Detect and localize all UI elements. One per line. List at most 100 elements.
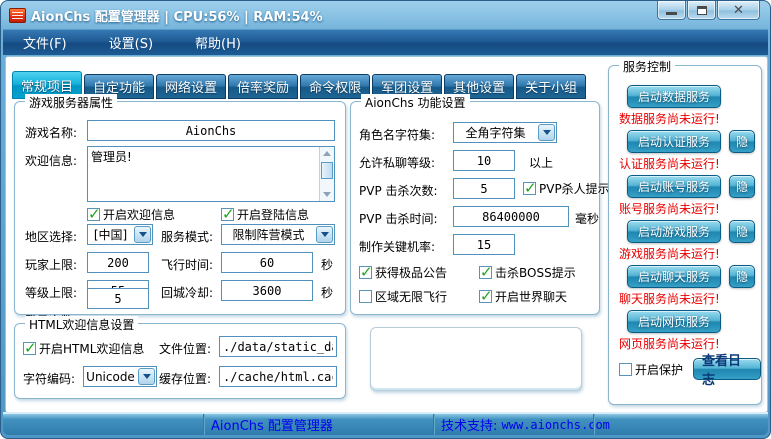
fly-time-unit: 秒 (321, 256, 333, 273)
start-data-service-button[interactable]: 启动数据服务 (627, 85, 721, 108)
hide-game-service-button[interactable]: 隐 (729, 220, 755, 243)
welcome-message-label: 欢迎信息: (25, 152, 77, 169)
fly-checkbox-box[interactable] (359, 290, 372, 303)
checkbox-welcome-message[interactable]: 开启欢迎信息 (87, 206, 175, 223)
group-service-control-title: 服务控制 (619, 58, 675, 75)
login-count-input[interactable] (87, 288, 149, 309)
welcome-message-textarea[interactable]: 管理员! (87, 146, 335, 202)
service-row-account: 启动账号服务 隐 (627, 175, 755, 198)
file-location-input[interactable] (219, 336, 337, 357)
view-log-button[interactable]: 查看日志 (693, 358, 761, 380)
cache-location-label: 缓存位置: (159, 370, 211, 387)
minimize-button[interactable] (657, 1, 686, 20)
game-name-input[interactable] (87, 120, 335, 141)
hide-auth-service-button[interactable]: 隐 (729, 130, 755, 153)
minimize-icon (666, 12, 677, 15)
file-location-label: 文件位置: (159, 340, 211, 357)
checkbox-login-message[interactable]: 开启登陆信息 (221, 206, 309, 223)
html-welcome-checkbox-box[interactable] (23, 342, 36, 355)
status-app-name: AionChs 配置管理器 (205, 414, 433, 435)
hide-chat-service-button[interactable]: 隐 (729, 265, 755, 288)
title-bar[interactable]: AionChs 配置管理器 | CPU:56% | RAM:54% (1, 1, 770, 29)
chevron-down-icon (134, 226, 151, 243)
start-account-service-button[interactable]: 启动账号服务 (627, 175, 721, 198)
menu-bar: 文件(F) 设置(S) 帮助(H) (3, 29, 768, 55)
welcome-message-text: 管理员! (91, 148, 316, 165)
tab-network[interactable]: 网络设置 (156, 74, 226, 99)
boss-checkbox-box[interactable] (479, 266, 492, 279)
chevron-down-icon (538, 124, 555, 141)
menu-settings[interactable]: 设置(S) (103, 31, 159, 54)
level-cap-label: 等级上限: (25, 284, 77, 301)
protect-checkbox-box[interactable] (619, 363, 632, 376)
maximize-icon (697, 6, 707, 15)
start-auth-service-button[interactable]: 启动认证服务 (627, 130, 721, 153)
charset-select[interactable]: 全角字符集 (453, 122, 557, 143)
data-service-status: 数据服务尚未运行! (619, 110, 720, 127)
service-mode-select[interactable]: 限制阵营模式 (221, 224, 335, 245)
start-chat-service-button[interactable]: 启动聊天服务 (627, 265, 721, 288)
menu-help[interactable]: 帮助(H) (189, 31, 247, 54)
rare-checkbox-box[interactable] (359, 266, 372, 279)
scroll-down-icon (323, 192, 331, 197)
maximize-button[interactable] (687, 1, 716, 20)
checkbox-world-chat[interactable]: 开启世界聊天 (479, 288, 567, 305)
service-row-web: 启动网页服务 (627, 310, 721, 333)
group-server-properties-title: 游戏服务器属性 (25, 94, 117, 111)
encoding-label: 字符编码: (23, 370, 75, 387)
checkbox-html-welcome[interactable]: 开启HTML欢迎信息 (23, 340, 144, 357)
tab-commands[interactable]: 命令权限 (300, 74, 370, 99)
tab-about[interactable]: 关于小组 (516, 74, 586, 99)
region-label: 地区选择: (25, 228, 77, 245)
chat-service-status: 聊天服务尚未运行! (619, 290, 720, 307)
pvp-kills-label: PVP 击杀次数: (359, 182, 438, 199)
cache-location-input[interactable] (219, 366, 337, 387)
recall-cooldown-label: 回城冷却: (161, 284, 213, 301)
status-support: 技术支持: www.aionchs.com (435, 414, 593, 435)
checkbox-boss-tip[interactable]: 击杀BOSS提示 (479, 264, 576, 281)
checkbox-rare-announce[interactable]: 获得极品公告 (359, 264, 447, 281)
pvp-tip-checkbox-box[interactable] (523, 182, 536, 195)
app-icon (9, 8, 26, 23)
recall-cooldown-input[interactable] (221, 280, 313, 301)
service-mode-label: 服务模式: (161, 228, 213, 245)
login-checkbox-box[interactable] (221, 208, 234, 221)
close-button[interactable]: ✕ (717, 1, 760, 20)
game-name-label: 游戏名称: (25, 124, 77, 141)
checkbox-free-fly[interactable]: 区域无限飞行 (359, 288, 447, 305)
hide-account-service-button[interactable]: 隐 (729, 175, 755, 198)
pvp-kills-input[interactable] (453, 178, 515, 199)
service-row-data: 启动数据服务 (627, 85, 721, 108)
group-function-settings-title: AionChs 功能设置 (361, 94, 470, 111)
checkbox-protect[interactable]: 开启保护 (619, 361, 683, 378)
tab-rates[interactable]: 倍率奖励 (228, 74, 298, 99)
start-web-service-button[interactable]: 启动网页服务 (627, 310, 721, 333)
service-row-chat: 启动聊天服务 隐 (627, 265, 755, 288)
craft-rate-input[interactable] (453, 234, 515, 255)
window-controls: ✕ (656, 1, 760, 20)
status-cell-empty-right (595, 414, 768, 435)
window-title: AionChs 配置管理器 | CPU:56% | RAM:54% (31, 6, 323, 25)
region-select[interactable]: [中国] (87, 224, 153, 245)
worldchat-checkbox-box[interactable] (479, 290, 492, 303)
pm-level-input[interactable] (453, 150, 515, 171)
account-service-status: 账号服务尚未运行! (619, 200, 720, 217)
scroll-up-icon (323, 151, 331, 156)
fly-time-input[interactable] (221, 252, 313, 273)
scroll-thumb[interactable] (321, 162, 333, 179)
empty-panel (370, 327, 582, 391)
support-label: 技术支持: (441, 415, 497, 434)
start-game-service-button[interactable]: 启动游戏服务 (627, 220, 721, 243)
pvp-time-input[interactable] (453, 206, 569, 227)
encoding-select[interactable]: Unicode (83, 366, 157, 387)
welcome-checkbox-box[interactable] (87, 208, 100, 221)
service-row-game: 启动游戏服务 隐 (627, 220, 755, 243)
group-html-settings-title: HTML欢迎信息设置 (25, 316, 138, 333)
charset-label: 角色名字符集: (359, 126, 435, 143)
player-cap-input[interactable] (87, 252, 149, 273)
menu-file[interactable]: 文件(F) (17, 31, 73, 54)
welcome-scrollbar[interactable] (319, 147, 334, 201)
auth-service-status: 认证服务尚未运行! (619, 155, 720, 172)
player-cap-label: 玩家上限: (25, 256, 77, 273)
checkbox-pvp-kill-tip[interactable]: PVP杀人提示 (523, 180, 610, 197)
